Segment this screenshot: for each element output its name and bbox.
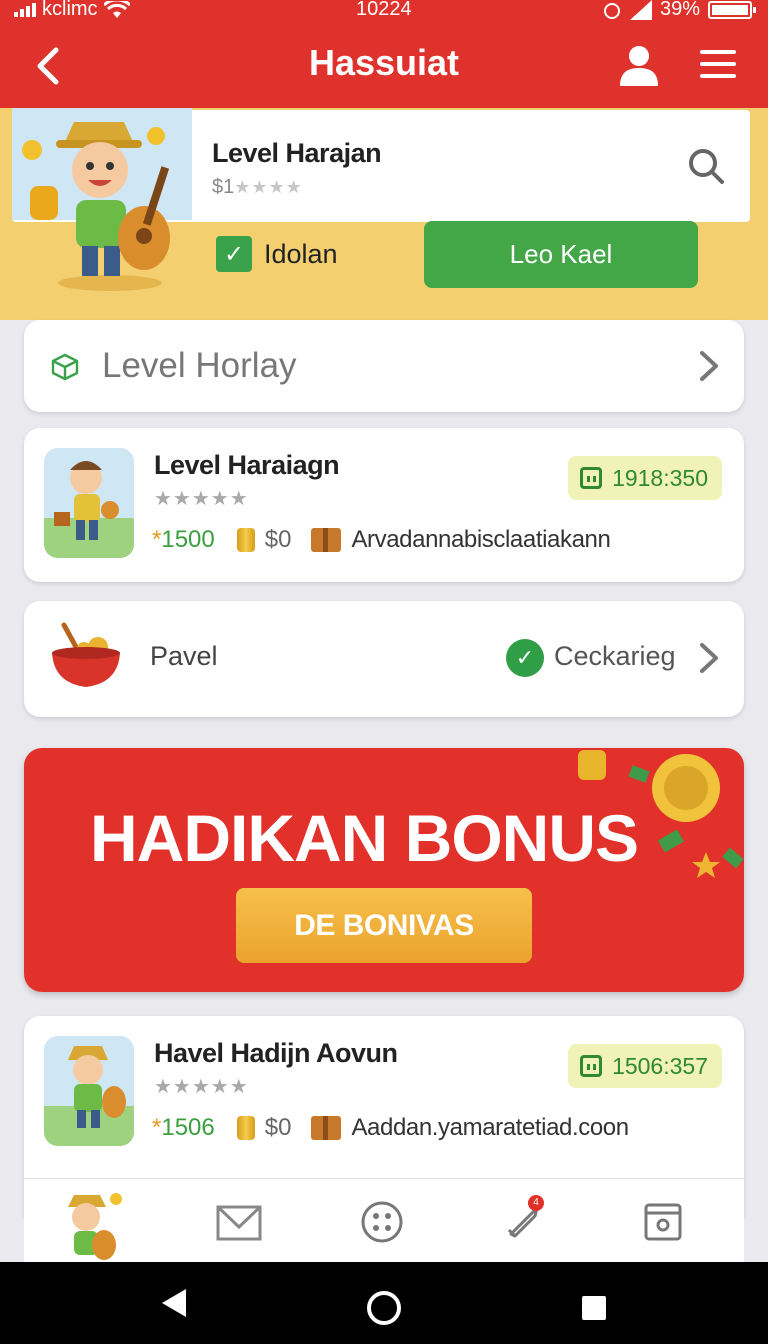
chevron-right-icon [700, 643, 718, 673]
recents-square-icon[interactable] [580, 1294, 608, 1322]
dots-icon[interactable] [357, 1197, 407, 1247]
pavel-status: Ceckarieg [554, 641, 676, 671]
check-circle-icon: ✓ [506, 639, 544, 677]
star-icon: * [152, 526, 162, 553]
app-header: kclimc 10224 39% Hassuiat [0, 0, 768, 108]
calendar-icon [580, 1055, 603, 1077]
rocket-nav-item[interactable]: 4 [498, 1195, 548, 1247]
calendar-icon [580, 467, 603, 489]
menu-button[interactable] [700, 50, 736, 80]
game-thumbnail [44, 448, 134, 558]
code-value: 1506:357 [612, 1052, 708, 1079]
box-icon [311, 528, 342, 552]
code-badge[interactable]: 1506:357 [568, 1044, 722, 1088]
star-icon: * [152, 1114, 162, 1141]
signal-triangle-icon [629, 0, 652, 20]
game-meta: *1500 $0 Arvadannabisclaatiakann [152, 526, 611, 554]
status-time: 10224 [356, 0, 412, 20]
search-placeholder: Level Horlay [102, 346, 297, 385]
game-name: Havel Hadijn Aovun [154, 1038, 398, 1068]
hero-title: Level Harajan [212, 138, 382, 168]
back-triangle-icon[interactable] [158, 1287, 190, 1319]
game-rating: ★★★★★ [154, 1076, 249, 1098]
game-site: Aaddan.yamaratetiad.coon [351, 1114, 629, 1141]
game-points: *1506 [152, 1114, 215, 1142]
hero-section: Level Harajan $1★★★★ ✓ Idolan Leo Kael [0, 108, 768, 320]
bottom-nav: 4 [24, 1178, 744, 1262]
cube-icon [51, 353, 79, 381]
wifi-icon [103, 0, 130, 18]
alarm-icon [603, 2, 620, 19]
chevron-right-icon [700, 351, 718, 381]
home-circle-icon[interactable] [366, 1290, 402, 1326]
game-site: Arvadannabisclaatiakann [351, 526, 611, 553]
status-right: 39% [602, 0, 756, 21]
coin-icon [236, 1116, 255, 1140]
battery-icon [708, 0, 756, 19]
home-avatar-icon[interactable] [46, 1189, 126, 1263]
coin-icon [236, 528, 255, 552]
bonus-banner[interactable]: HADIKAN BONUS DE BONIVAS [24, 748, 744, 992]
checkbox[interactable]: ✓ [216, 236, 252, 272]
pavel-label: Pavel [150, 641, 218, 671]
game-rating: ★★★★★ [154, 488, 249, 510]
banner-headline: HADIKAN BONUS [90, 801, 639, 875]
hero-price-rating: $1★★★★ [212, 176, 303, 199]
hero-price: $1 [212, 176, 235, 198]
hero-stars: ★★★★ [234, 177, 303, 197]
game-meta: *1506 $0 Aaddan.yamaratetiad.coon [152, 1114, 629, 1142]
game-name: Level Haraiagn [154, 450, 340, 480]
status-bar: kclimc 10224 39% [0, 0, 768, 22]
code-value: 1918:350 [612, 464, 708, 491]
signal-icon [14, 2, 36, 17]
game-card[interactable]: Level Haraiagn ★★★★★ *1500 $0 Arvadannab… [24, 428, 744, 582]
game-points: *1500 [152, 526, 215, 554]
hero-action-button[interactable]: Leo Kael [424, 221, 698, 288]
notification-badge: 4 [528, 1195, 544, 1211]
box-icon [311, 1116, 342, 1140]
mail-icon[interactable] [214, 1197, 264, 1247]
archive-icon[interactable] [638, 1197, 688, 1247]
carrier-group: kclimc [14, 0, 130, 21]
battery-percent: 39% [659, 0, 700, 20]
level-search-row[interactable]: Level Horlay [24, 320, 744, 412]
carrier-name: kclimc [42, 0, 98, 20]
code-badge[interactable]: 1918:350 [568, 456, 722, 500]
game-points-value: 1500 [161, 526, 215, 553]
pavel-row[interactable]: Pavel ✓ Ceckarieg [24, 601, 744, 717]
system-nav-bar [0, 1262, 768, 1344]
bowl-icon [52, 622, 120, 687]
idolan-checkbox-row[interactable]: ✓ Idolan [216, 236, 338, 272]
checkbox-label: Idolan [264, 238, 338, 269]
search-icon[interactable] [686, 146, 726, 186]
bonus-button[interactable]: DE BONIVAS [236, 888, 532, 963]
game-price: $0 [264, 526, 292, 553]
game-thumbnail [44, 1036, 134, 1146]
kid-guitar-illustration [12, 108, 192, 291]
game-points-value: 1506 [161, 1114, 215, 1141]
profile-button[interactable] [616, 42, 662, 88]
game-price: $0 [264, 1114, 292, 1141]
